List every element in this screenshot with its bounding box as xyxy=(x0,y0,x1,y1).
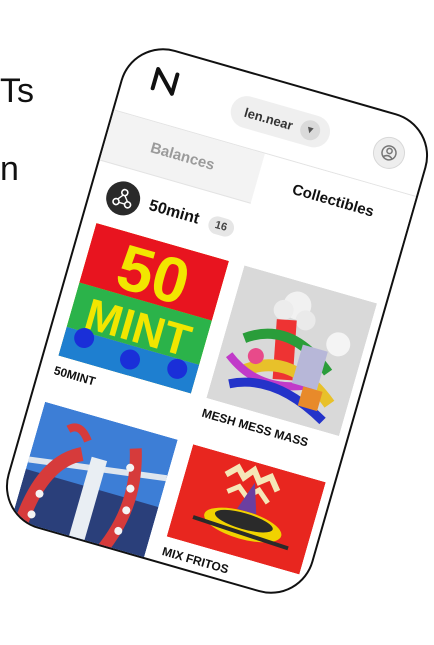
collection-count-badge: 16 xyxy=(205,214,237,239)
nft-image-coney-island-octopus xyxy=(7,401,178,573)
nft-image-50mint: 50 MINT xyxy=(58,222,230,394)
background-text-n: n xyxy=(0,150,19,188)
phone-mockup: len.near ▼ Balances Collectibles 50mint … xyxy=(0,37,434,605)
collectibles-grid: 50 MINT 50MINT MESH MESS MASS Coney Isla… xyxy=(1,222,378,590)
nft-image-mesh-mess-mass xyxy=(206,265,378,437)
nft-card-coney-island-octopus[interactable]: Coney Island Octopus xyxy=(0,401,178,594)
background-text-ts: Ts xyxy=(0,72,34,110)
account-selector[interactable]: len.near ▼ xyxy=(226,92,334,152)
nft-card-mix-fritos[interactable]: MIX FRITOS xyxy=(160,444,326,596)
nft-card-mesh-mess-mass[interactable]: MESH MESS MASS xyxy=(200,265,378,457)
nft-title: Coney Island Octopus xyxy=(0,542,127,591)
near-logo-icon[interactable] xyxy=(149,65,181,97)
account-switch-icon[interactable] xyxy=(369,133,409,173)
nft-card-50mint[interactable]: 50 MINT 50MINT xyxy=(52,222,230,415)
account-name: len.near xyxy=(242,104,295,133)
chevron-down-icon: ▼ xyxy=(297,117,323,143)
phone-screen: len.near ▼ Balances Collectibles 50mint … xyxy=(0,37,434,605)
collection-logo-icon xyxy=(102,177,145,220)
collection-name: 50mint xyxy=(146,197,202,228)
